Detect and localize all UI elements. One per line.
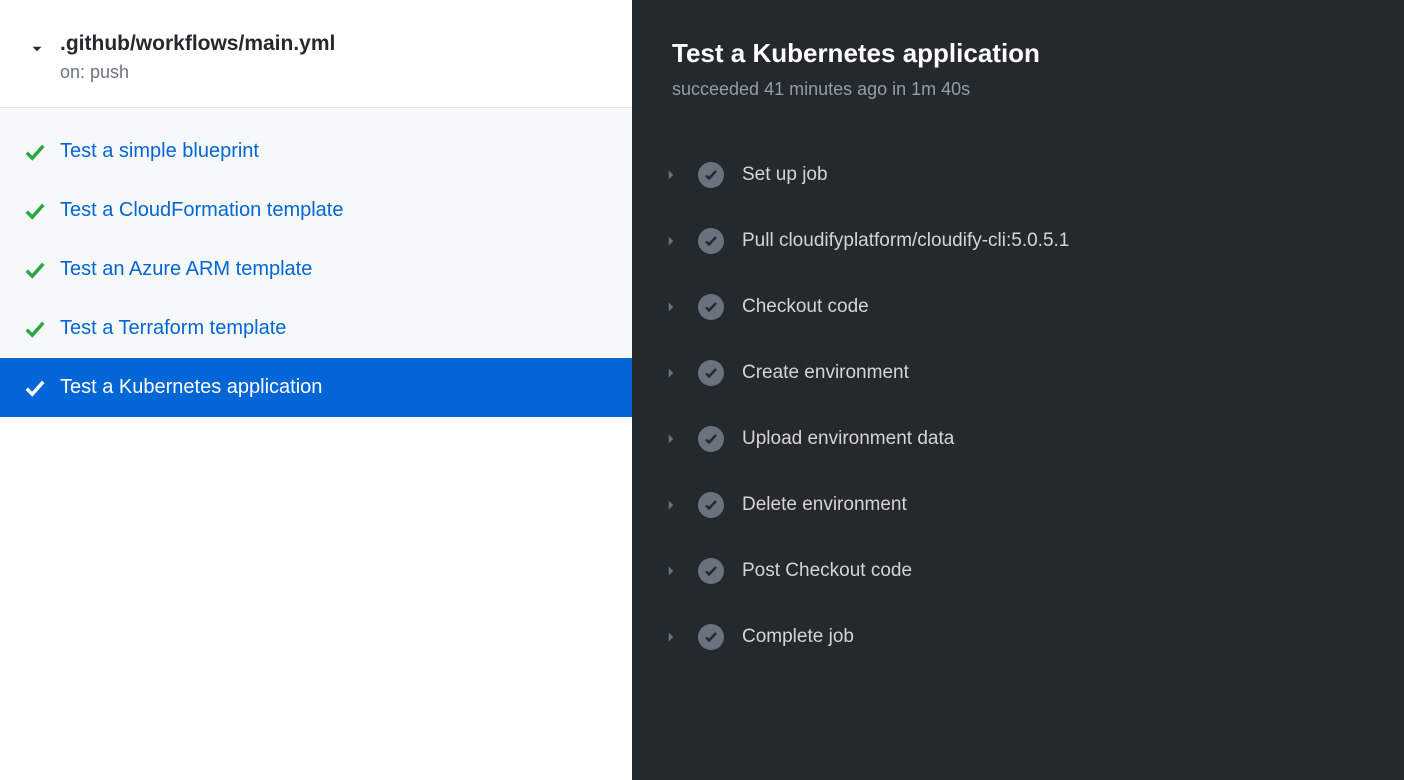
check-circle-icon [698, 492, 724, 518]
check-circle-icon [698, 360, 724, 386]
chevron-right-icon [662, 562, 680, 580]
chevron-down-icon[interactable] [28, 40, 46, 58]
step-item-pull[interactable]: Pull cloudifyplatform/cloudify-cli:5.0.5… [662, 208, 1404, 274]
step-item-complete[interactable]: Complete job [662, 604, 1404, 670]
job-list: Test a simple blueprint Test a CloudForm… [0, 108, 632, 417]
workflow-header: .github/workflows/main.yml on: push [0, 0, 632, 108]
job-item-blueprint[interactable]: Test a simple blueprint [0, 122, 632, 181]
chevron-right-icon [662, 628, 680, 646]
step-label: Set up job [742, 164, 828, 186]
job-label: Test a simple blueprint [60, 140, 259, 162]
main-panel: Test a Kubernetes application succeeded … [632, 0, 1404, 780]
step-item-create-env[interactable]: Create environment [662, 340, 1404, 406]
step-label: Pull cloudifyplatform/cloudify-cli:5.0.5… [742, 230, 1069, 252]
step-item-setup[interactable]: Set up job [662, 142, 1404, 208]
job-item-cloudformation[interactable]: Test a CloudFormation template [0, 181, 632, 240]
job-item-kubernetes[interactable]: Test a Kubernetes application [0, 358, 632, 417]
step-label: Complete job [742, 626, 854, 648]
sidebar: .github/workflows/main.yml on: push Test… [0, 0, 632, 780]
chevron-right-icon [662, 298, 680, 316]
step-item-checkout[interactable]: Checkout code [662, 274, 1404, 340]
job-item-terraform[interactable]: Test a Terraform template [0, 299, 632, 358]
job-item-azure-arm[interactable]: Test an Azure ARM template [0, 240, 632, 299]
main-header: Test a Kubernetes application succeeded … [632, 38, 1404, 122]
job-label: Test a CloudFormation template [60, 199, 343, 221]
workflow-title: .github/workflows/main.yml [60, 32, 608, 56]
steps-list: Set up job Pull cloudifyplatform/cloudif… [632, 122, 1404, 670]
step-label: Checkout code [742, 296, 869, 318]
chevron-right-icon [662, 364, 680, 382]
step-label: Post Checkout code [742, 560, 912, 582]
check-circle-icon [698, 228, 724, 254]
job-title: Test a Kubernetes application [672, 38, 1364, 69]
check-icon [24, 141, 46, 163]
chevron-right-icon [662, 430, 680, 448]
chevron-right-icon [662, 496, 680, 514]
chevron-right-icon [662, 166, 680, 184]
chevron-right-icon [662, 232, 680, 250]
workflow-trigger: on: push [60, 62, 608, 83]
step-label: Delete environment [742, 494, 907, 516]
step-label: Create environment [742, 362, 909, 384]
job-label: Test a Terraform template [60, 317, 286, 339]
check-icon [24, 200, 46, 222]
job-status: succeeded 41 minutes ago in 1m 40s [672, 79, 1364, 100]
check-circle-icon [698, 624, 724, 650]
check-icon [24, 318, 46, 340]
job-label: Test a Kubernetes application [60, 376, 322, 398]
check-circle-icon [698, 558, 724, 584]
step-item-upload[interactable]: Upload environment data [662, 406, 1404, 472]
step-label: Upload environment data [742, 428, 954, 450]
step-item-delete-env[interactable]: Delete environment [662, 472, 1404, 538]
check-circle-icon [698, 294, 724, 320]
job-label: Test an Azure ARM template [60, 258, 312, 280]
check-icon [24, 377, 46, 399]
step-item-post-checkout[interactable]: Post Checkout code [662, 538, 1404, 604]
check-icon [24, 259, 46, 281]
check-circle-icon [698, 426, 724, 452]
check-circle-icon [698, 162, 724, 188]
